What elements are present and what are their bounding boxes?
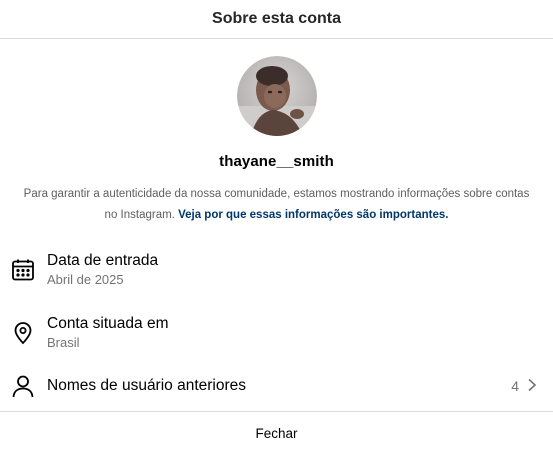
- avatar: [236, 56, 317, 136]
- learn-more-link[interactable]: Veja por que essas informações são impor…: [178, 209, 448, 221]
- dialog-title: Sobre esta conta: [212, 10, 341, 27]
- row-subtitle: Brasil: [47, 335, 80, 350]
- calendar-icon: [10, 257, 36, 283]
- account-info-list: Data de entrada Abril de 2025 Conta situ…: [0, 238, 553, 408]
- dialog-header: Sobre esta conta: [0, 0, 553, 39]
- user-icon: [10, 373, 36, 399]
- row-text: Conta situada em Brasil: [47, 314, 169, 351]
- username: thayane__smith: [219, 153, 334, 170]
- row-text: Nomes de usuário anteriores: [47, 376, 246, 396]
- row-title: Data de entrada: [47, 252, 159, 269]
- row-right: 4: [511, 378, 537, 395]
- close-button-label: Fechar: [255, 426, 298, 441]
- former-usernames-count: 4: [511, 378, 519, 394]
- chevron-right-icon: [527, 378, 537, 395]
- about-account-dialog: Sobre esta conta thayane__smith Para gar…: [0, 0, 553, 455]
- row-subtitle: Abril de 2025: [47, 272, 124, 287]
- row-account-location: Conta situada em Brasil: [0, 301, 553, 364]
- location-pin-icon: [10, 320, 36, 346]
- row-title: Nomes de usuário anteriores: [47, 377, 247, 394]
- row-former-usernames[interactable]: Nomes de usuário anteriores 4: [0, 364, 553, 408]
- profile-section: thayane__smith Para garantir a autentici…: [0, 39, 553, 226]
- row-text: Data de entrada Abril de 2025: [47, 251, 158, 288]
- row-title: Conta situada em: [47, 315, 169, 332]
- close-button[interactable]: Fechar: [0, 411, 553, 455]
- profile-description: Para garantir a autenticidade da nossa c…: [22, 184, 532, 226]
- row-join-date: Data de entrada Abril de 2025: [0, 238, 553, 301]
